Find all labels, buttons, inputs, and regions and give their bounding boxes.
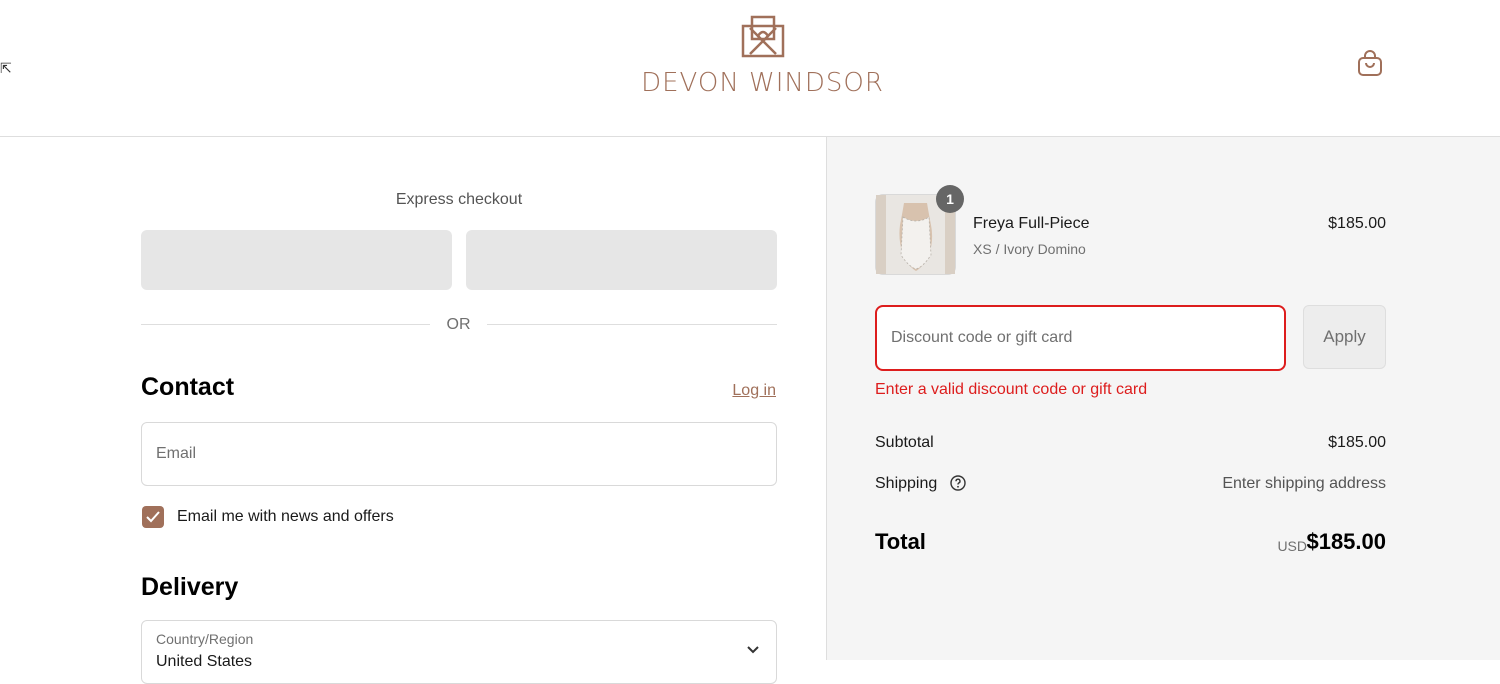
shipping-label: Shipping	[875, 475, 938, 492]
express-checkout-title: Express checkout	[395, 191, 523, 208]
total-value: $185.00	[1306, 529, 1386, 554]
chevron-down-icon	[747, 646, 759, 654]
newsletter-label: Email me with news and offers	[177, 508, 394, 525]
country-select[interactable]: Country/Region United States	[141, 620, 777, 684]
email-field[interactable]	[141, 422, 777, 486]
brand-logo[interactable]: DEVON WINDSOR	[630, 14, 895, 109]
quantity-badge: 1	[936, 185, 964, 213]
divider-right	[487, 324, 777, 325]
express-pay-button-1[interactable]	[141, 230, 452, 290]
brand-monogram-icon	[741, 15, 784, 58]
checkout-form: Express checkout OR Contact Log in Email…	[0, 137, 826, 684]
express-pay-button-2[interactable]	[466, 230, 777, 290]
or-divider-label: OR	[446, 316, 471, 333]
product-variant: XS / Ivory Domino	[973, 241, 1086, 257]
country-label: Country/Region	[156, 631, 254, 647]
country-value: United States	[156, 653, 253, 670]
help-circle-icon[interactable]	[950, 475, 966, 491]
apply-button[interactable]: Apply	[1303, 305, 1386, 369]
newsletter-checkbox[interactable]	[142, 506, 164, 528]
divider-left	[141, 324, 430, 325]
order-summary: 1 Freya Full-Piece XS / Ivory Domino $18…	[826, 137, 1500, 660]
checkmark-icon	[146, 511, 160, 523]
shipping-value: Enter shipping address	[1222, 475, 1386, 492]
mouse-cursor-icon: ⇱	[0, 60, 12, 76]
contact-heading: Contact	[141, 373, 235, 401]
email-input[interactable]	[142, 423, 776, 485]
brand-name: DEVON WINDSOR	[641, 68, 884, 98]
discount-field[interactable]	[875, 305, 1286, 371]
discount-input[interactable]	[877, 307, 1284, 369]
discount-error-message: Enter a valid discount code or gift card	[875, 381, 1148, 398]
log-in-link[interactable]: Log in	[700, 382, 776, 400]
cart-icon[interactable]	[1355, 48, 1385, 78]
total-label: Total	[875, 529, 926, 554]
product-name: Freya Full-Piece	[973, 215, 1090, 232]
product-price: $185.00	[1328, 215, 1386, 232]
subtotal-label: Subtotal	[875, 434, 934, 451]
site-header: ⇱ DEVON WINDSOR	[0, 0, 1500, 137]
subtotal-value: $185.00	[1328, 434, 1386, 451]
delivery-heading: Delivery	[141, 573, 239, 601]
